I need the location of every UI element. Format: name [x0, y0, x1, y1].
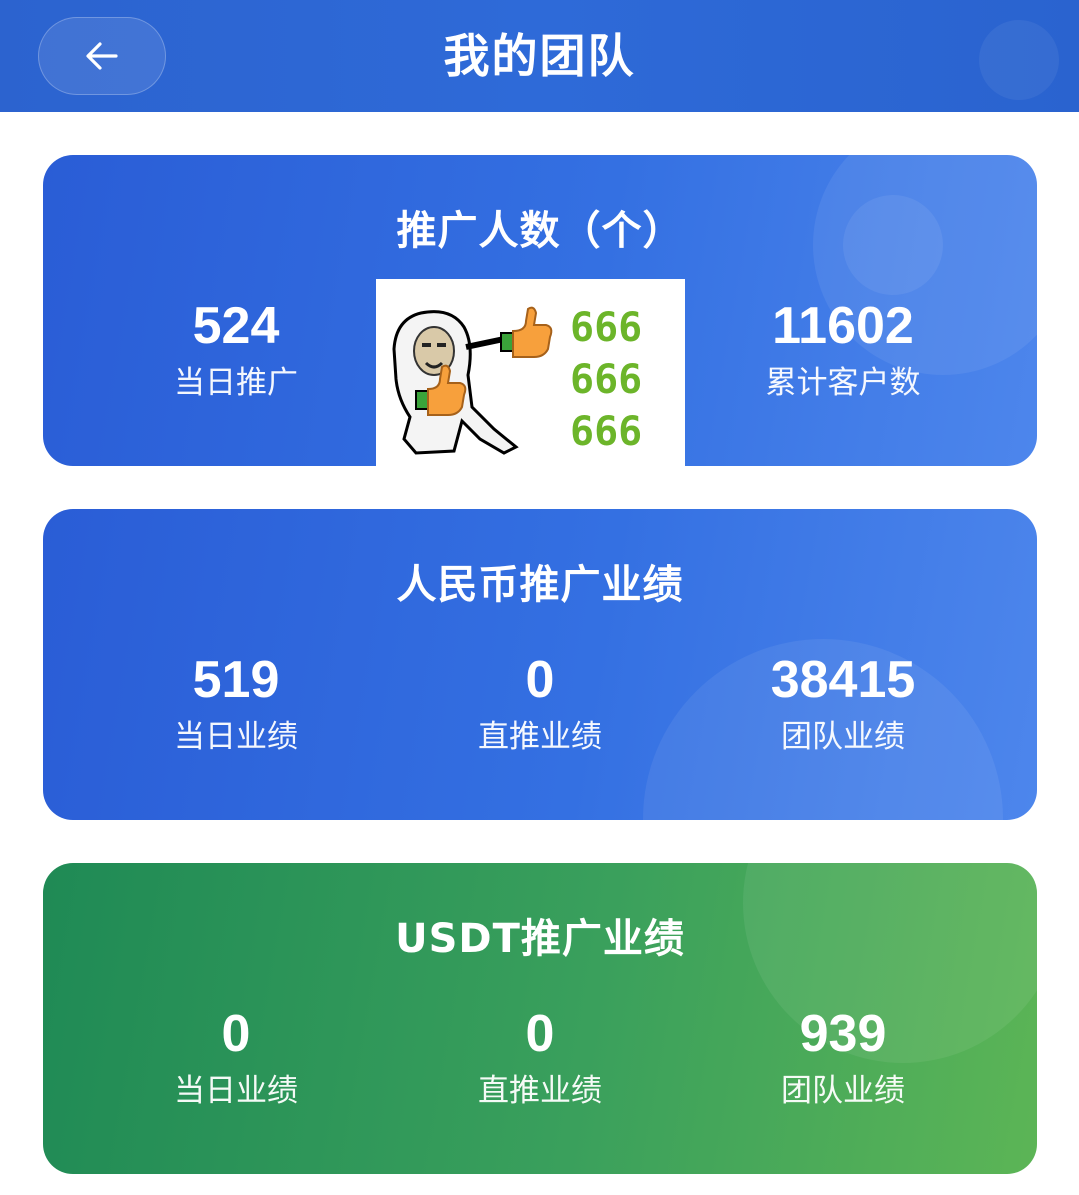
promotion-count-card: 推广人数（个） 524 当日推广 666 666 666 11602 累计客户数 — [43, 155, 1037, 466]
stat-daily-performance: 519 当日业绩 — [86, 649, 386, 759]
stat-label: 当日业绩 — [174, 1073, 298, 1109]
stat-daily-promotion: 524 当日推广 — [86, 295, 386, 405]
card-title: 推广人数（个） — [396, 208, 684, 254]
stat-value: 939 — [799, 1005, 887, 1063]
sticker-line-2: 666 — [570, 357, 642, 403]
stat-team-performance: 38415 团队业绩 — [693, 649, 993, 759]
card-title: 人民币推广业绩 — [396, 562, 684, 608]
page-title: 我的团队 — [443, 29, 636, 83]
stat-total-customers: 11602 累计客户数 — [693, 295, 993, 405]
sticker-line-1: 666 — [570, 305, 642, 351]
stat-label: 团队业绩 — [781, 1073, 905, 1109]
stat-direct-performance: 0 直推业绩 — [390, 1003, 690, 1113]
stat-value: 0 — [525, 1005, 555, 1063]
usdt-performance-card: USDT推广业绩 0 当日业绩 0 直推业绩 939 团队业绩 — [43, 863, 1037, 1174]
stat-label: 直推业绩 — [478, 1073, 602, 1109]
thumbs-up-icon — [512, 306, 553, 358]
stat-label: 团队业绩 — [781, 719, 905, 755]
stat-value: 11602 — [772, 297, 914, 355]
stat-value: 0 — [525, 651, 555, 709]
stat-value: 38415 — [770, 651, 916, 709]
stat-label: 累计客户数 — [765, 365, 921, 401]
stat-value: 0 — [221, 1005, 251, 1063]
meme-sticker-icon: 666 666 666 — [392, 305, 642, 455]
stat-label: 当日推广 — [174, 365, 298, 401]
thumbs-up-meme-sticker: 666 666 666 — [376, 279, 685, 466]
stat-team-performance: 939 团队业绩 — [693, 1003, 993, 1113]
stat-value: 519 — [192, 651, 280, 709]
stat-label: 当日业绩 — [174, 719, 298, 755]
card-title: USDT推广业绩 — [395, 916, 685, 962]
stat-value: 524 — [192, 297, 280, 355]
header-bar: 我的团队 — [0, 0, 1079, 112]
stat-daily-performance: 0 当日业绩 — [86, 1003, 386, 1113]
stat-direct-performance: 0 直推业绩 — [390, 649, 690, 759]
sticker-line-3: 666 — [570, 409, 642, 455]
stat-label: 直推业绩 — [478, 719, 602, 755]
rmb-performance-card: 人民币推广业绩 519 当日业绩 0 直推业绩 38415 团队业绩 — [43, 509, 1037, 820]
